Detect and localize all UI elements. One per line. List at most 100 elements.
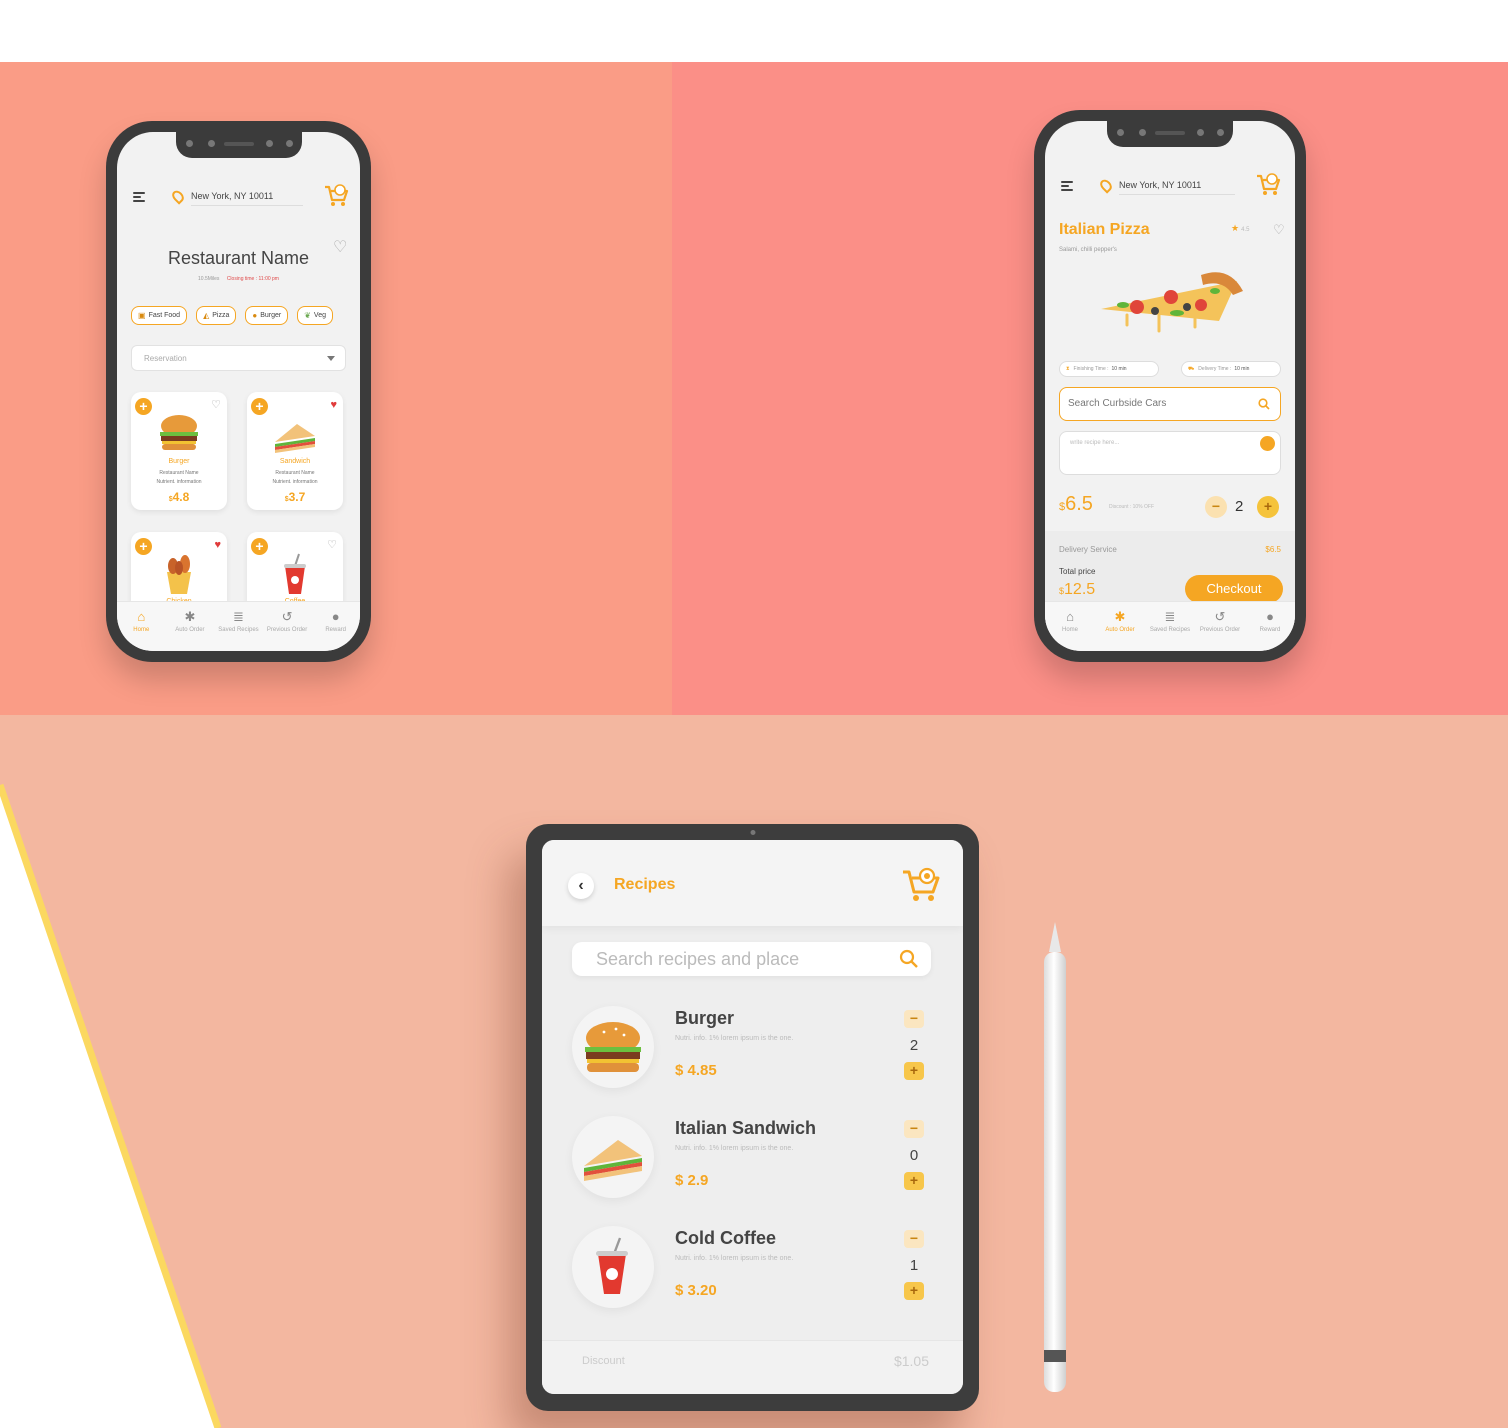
phone-detail: New York, NY 10011 Italian Pizza Salami,… bbox=[1034, 110, 1306, 662]
quantity-value: 0 bbox=[909, 1147, 919, 1164]
increase-button[interactable]: + bbox=[904, 1172, 924, 1190]
favorite-filled-icon[interactable]: ♥ bbox=[214, 537, 221, 553]
search-icon[interactable] bbox=[1258, 398, 1270, 410]
quantity-value: 2 bbox=[909, 1037, 919, 1054]
white-wedge bbox=[0, 783, 222, 1428]
favorite-icon[interactable]: ♡ bbox=[327, 537, 337, 553]
nav-previous-order[interactable]: ↺ Previous Order bbox=[263, 602, 312, 651]
nav-home[interactable]: ⌂ Home bbox=[117, 602, 166, 651]
curbside-search-input[interactable]: Search Curbside Cars bbox=[1059, 387, 1281, 421]
star-icon: ★ bbox=[1231, 223, 1240, 233]
tablet-camera bbox=[750, 830, 755, 835]
nav-home[interactable]: ⌂ Home bbox=[1045, 602, 1095, 651]
history-icon: ↺ bbox=[281, 609, 293, 624]
quantity-value: 1 bbox=[909, 1257, 919, 1274]
coffee-cup-image bbox=[284, 553, 306, 594]
favorite-icon[interactable]: ♡ bbox=[1273, 222, 1285, 238]
reservation-dropdown[interactable]: Reservation bbox=[131, 345, 346, 371]
recipe-price: $ 4.85 bbox=[675, 1062, 717, 1079]
food-card[interactable]: + ♥ Sandwich Restaurant Name Nutrient. in… bbox=[247, 392, 343, 510]
search-icon[interactable] bbox=[899, 949, 919, 969]
location-pin-icon bbox=[1097, 177, 1115, 194]
back-button[interactable]: ‹ bbox=[568, 873, 594, 899]
add-button[interactable]: + bbox=[251, 538, 268, 555]
favorite-icon[interactable]: ♡ bbox=[333, 240, 347, 256]
recipe-description: Nutri. info. 1% lorem ipsum is the one. bbox=[675, 1035, 794, 1042]
burger-image bbox=[585, 1022, 641, 1072]
location-underline bbox=[191, 205, 303, 206]
recipe-name: Burger bbox=[675, 1008, 735, 1028]
chip-burger[interactable]: ● Burger bbox=[245, 306, 289, 325]
total-label: Total price bbox=[1059, 567, 1096, 576]
recipe-item[interactable]: Italian Sandwich Nutri. info. 1% lorem i… bbox=[542, 1116, 963, 1216]
location-text[interactable]: New York, NY 10011 bbox=[191, 191, 273, 201]
phone-home-screen: New York, NY 10011 Restaurant Name ♡ 10.… bbox=[117, 132, 360, 651]
recipe-item[interactable]: Cold Coffee Nutri. info. 1% lorem ipsum … bbox=[542, 1226, 963, 1326]
delivery-icon: ⛟ bbox=[1188, 366, 1195, 372]
add-button[interactable]: + bbox=[135, 398, 152, 415]
increase-button[interactable]: + bbox=[904, 1282, 924, 1300]
phone-notch bbox=[175, 132, 302, 158]
tablet-screen: ‹ Recipes Search recipes and place Burge… bbox=[542, 840, 963, 1394]
add-button[interactable]: + bbox=[135, 538, 152, 555]
phone-notch bbox=[1107, 121, 1233, 147]
pizza-icon: ◭ bbox=[203, 311, 210, 320]
recipe-item[interactable]: Burger Nutri. info. 1% lorem ipsum is th… bbox=[542, 1006, 963, 1106]
decrease-button[interactable]: − bbox=[1205, 496, 1227, 518]
menu-icon[interactable] bbox=[133, 192, 145, 202]
delivery-time-pill: ⛟ Delivery Time :10 min bbox=[1181, 361, 1281, 377]
app-header: New York, NY 10011 bbox=[117, 178, 360, 218]
checkout-button[interactable]: Checkout bbox=[1185, 575, 1283, 603]
nav-saved-recipes[interactable]: ≣ Saved Recipes bbox=[1145, 602, 1195, 651]
dish-description: Salami, chilli pepper's bbox=[1059, 247, 1117, 253]
add-button[interactable]: + bbox=[251, 398, 268, 415]
dropdown-value: Reservation bbox=[144, 354, 187, 363]
nav-saved-recipes[interactable]: ≣ Saved Recipes bbox=[214, 602, 263, 651]
phone-detail-screen: New York, NY 10011 Italian Pizza Salami,… bbox=[1045, 121, 1295, 651]
location-underline bbox=[1119, 194, 1235, 195]
recipe-note-field[interactable]: write recipe here... bbox=[1059, 431, 1281, 475]
food-card[interactable]: + ♡ Burger Restaurant Name Nutrient. info… bbox=[131, 392, 227, 510]
menu-icon[interactable] bbox=[1061, 181, 1073, 191]
increase-button[interactable]: + bbox=[1257, 496, 1279, 518]
nav-reward[interactable]: ● Reward bbox=[311, 602, 360, 651]
burger-image bbox=[160, 415, 198, 450]
chip-pizza[interactable]: ◭ Pizza bbox=[196, 306, 237, 325]
sandwich-image bbox=[275, 424, 315, 453]
tablet: ‹ Recipes Search recipes and place Burge… bbox=[526, 824, 979, 1411]
delivery-service-value: $6.5 bbox=[1265, 545, 1281, 554]
send-icon[interactable] bbox=[1260, 436, 1275, 451]
nav-auto-order[interactable]: ✱ Auto Order bbox=[166, 602, 215, 651]
cart-icon[interactable] bbox=[901, 864, 941, 904]
favorite-filled-icon[interactable]: ♥ bbox=[330, 397, 337, 413]
chip-veg[interactable]: ❦ Veg bbox=[297, 306, 333, 325]
discount-value: $1.05 bbox=[893, 1353, 929, 1369]
fast-food-icon: ▣ bbox=[138, 311, 146, 320]
reward-icon: ● bbox=[331, 609, 340, 624]
auto-order-icon: ✱ bbox=[184, 609, 196, 624]
discount-text: Discount : 10% OFF bbox=[1109, 504, 1155, 510]
cart-icon[interactable] bbox=[323, 182, 349, 208]
pizza-image bbox=[1101, 272, 1243, 333]
recipe-search-input[interactable]: Search recipes and place bbox=[572, 942, 931, 976]
chip-fast-food[interactable]: ▣ Fast Food bbox=[131, 306, 188, 325]
cart-icon[interactable] bbox=[1255, 171, 1281, 197]
nav-previous-order[interactable]: ↺ Previous Order bbox=[1195, 602, 1245, 651]
category-chips: ▣ Fast Food ◭ Pizza ● Burger ❦ Veg bbox=[131, 306, 360, 325]
increase-button[interactable]: + bbox=[904, 1062, 924, 1080]
recipe-name: Cold Coffee bbox=[675, 1228, 776, 1248]
favorite-icon[interactable]: ♡ bbox=[211, 397, 221, 413]
nav-reward[interactable]: ● Reward bbox=[1245, 602, 1295, 651]
recipe-description: Nutri. info. 1% lorem ipsum is the one. bbox=[675, 1145, 794, 1152]
food-name: Sandwich bbox=[279, 458, 311, 465]
dish-price: $6.5 bbox=[1059, 493, 1093, 515]
food-meta: Restaurant Name Nutrient. information bbox=[272, 470, 318, 485]
nav-auto-order[interactable]: ✱ Auto Order bbox=[1095, 602, 1145, 651]
discount-label: Discount bbox=[582, 1355, 625, 1367]
location-text[interactable]: New York, NY 10011 bbox=[1119, 180, 1201, 190]
decrease-button[interactable]: − bbox=[904, 1120, 924, 1138]
decrease-button[interactable]: − bbox=[904, 1010, 924, 1028]
delivery-service-label: Delivery Service bbox=[1059, 545, 1117, 554]
decrease-button[interactable]: − bbox=[904, 1230, 924, 1248]
food-name: Burger bbox=[168, 458, 190, 465]
